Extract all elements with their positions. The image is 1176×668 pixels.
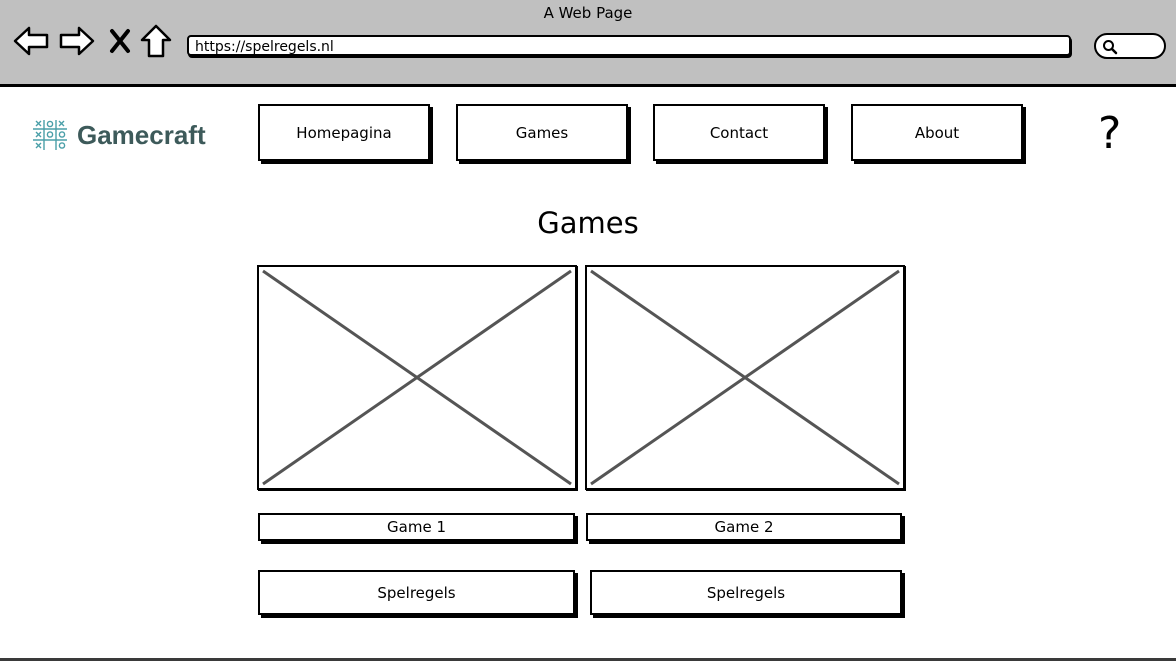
- game-2-rules-button[interactable]: Spelregels: [590, 570, 902, 615]
- page-title: Games: [537, 206, 639, 240]
- tic-tac-toe-logo-icon: [33, 120, 67, 150]
- image-placeholder-icon: [590, 269, 900, 486]
- forward-arrow-icon[interactable]: [58, 22, 96, 60]
- game-1-image-placeholder[interactable]: [257, 265, 577, 490]
- home-icon[interactable]: [138, 22, 174, 60]
- browser-search-field[interactable]: [1094, 33, 1166, 59]
- bottom-divider: [0, 658, 1176, 661]
- window-title: A Web Page: [543, 4, 633, 22]
- help-icon[interactable]: ?: [1098, 110, 1121, 158]
- game-1-rules-button[interactable]: Spelregels: [258, 570, 575, 615]
- image-placeholder-icon: [262, 269, 572, 486]
- close-icon[interactable]: [106, 22, 134, 60]
- game-2-image-placeholder[interactable]: [585, 265, 905, 490]
- url-input[interactable]: https://spelregels.nl: [187, 35, 1071, 56]
- site-logo[interactable]: Gamecraft: [31, 118, 206, 152]
- logo-text: Gamecraft: [77, 119, 206, 150]
- nav-about-button[interactable]: About: [851, 104, 1023, 161]
- game-1-button[interactable]: Game 1: [258, 513, 575, 541]
- browser-chrome: A Web Page https://spelregels.nl: [0, 0, 1176, 87]
- nav-homepagina-button[interactable]: Homepagina: [258, 104, 430, 161]
- game-2-button[interactable]: Game 2: [586, 513, 902, 541]
- back-arrow-icon[interactable]: [12, 22, 50, 60]
- search-icon: [1103, 40, 1118, 55]
- nav-games-button[interactable]: Games: [456, 104, 628, 161]
- nav-contact-button[interactable]: Contact: [653, 104, 825, 161]
